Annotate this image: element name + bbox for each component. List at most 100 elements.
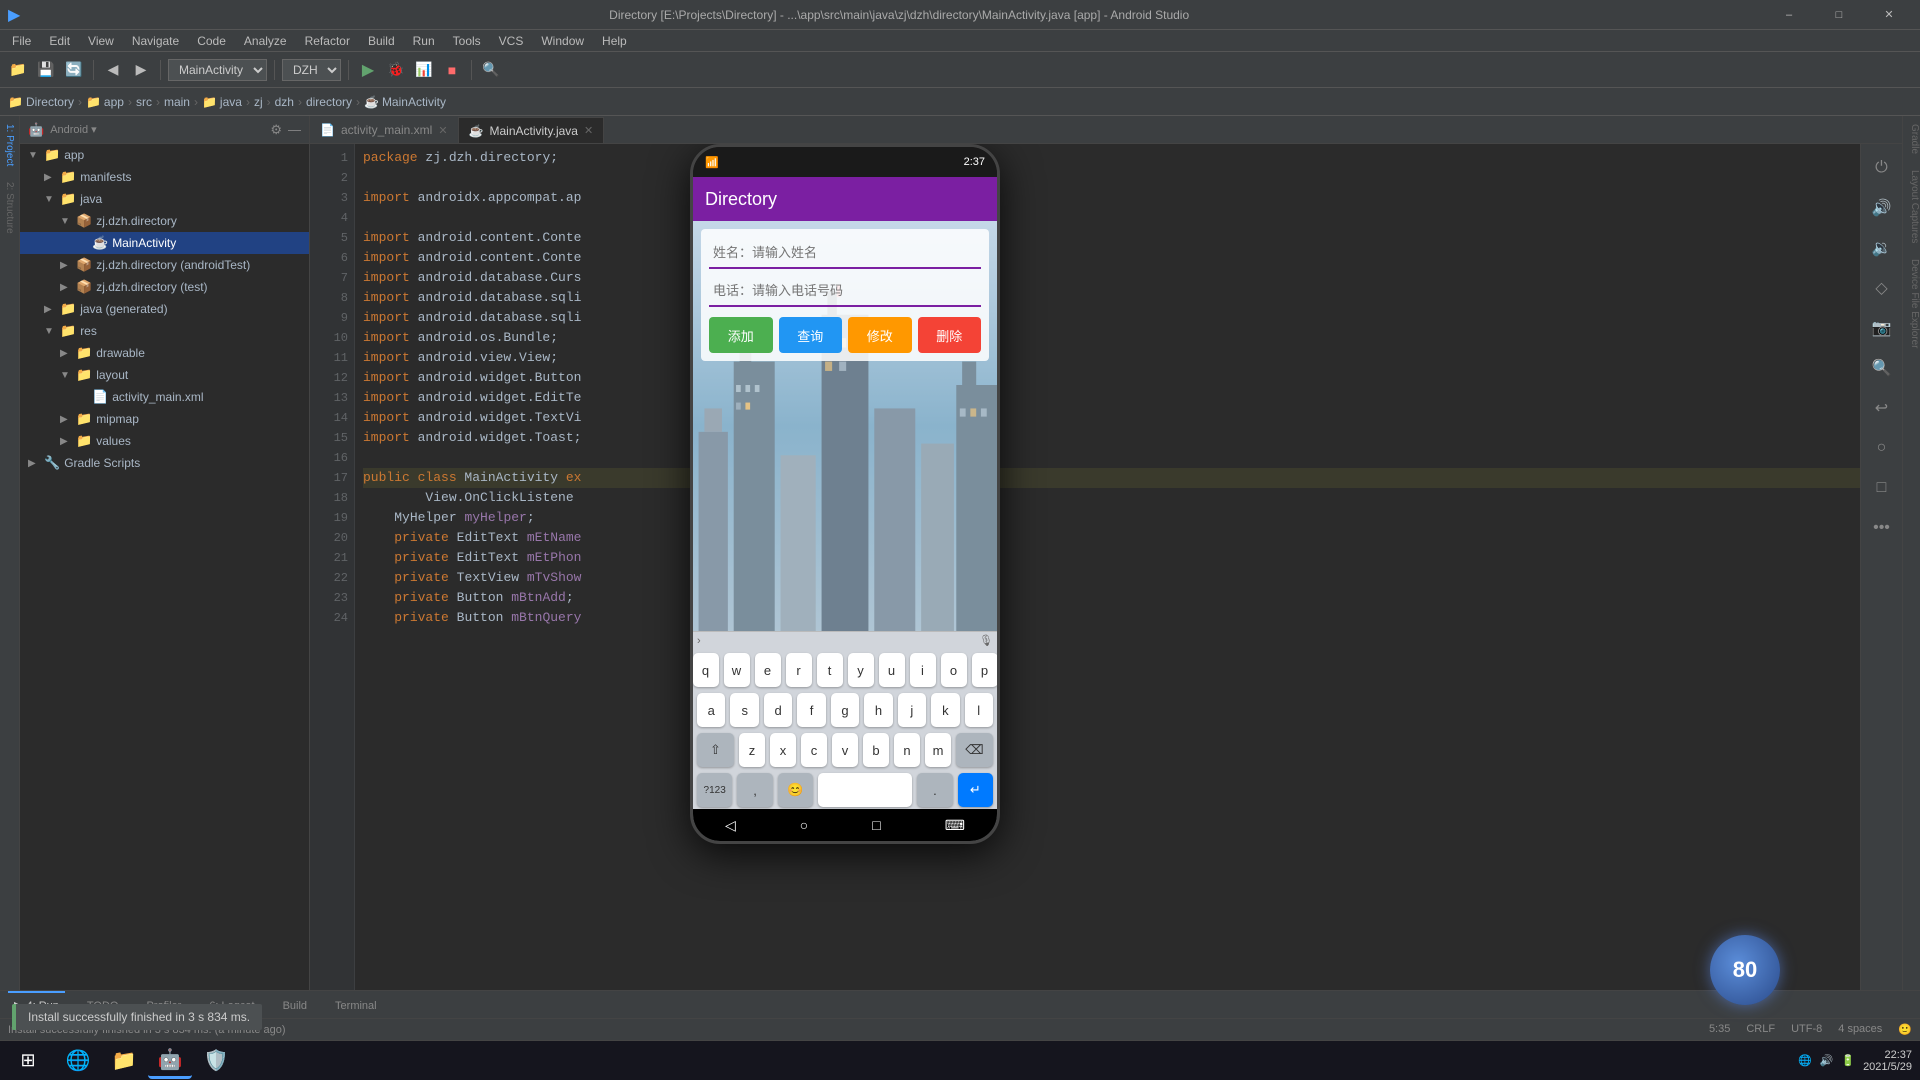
key-symbols[interactable]: ?123: [697, 773, 732, 807]
key-h[interactable]: h: [864, 693, 892, 727]
menu-window[interactable]: Window: [533, 32, 592, 50]
tab-terminal[interactable]: Terminal: [329, 991, 383, 1019]
toolbar-forward[interactable]: ▶: [129, 58, 153, 82]
key-x[interactable]: x: [770, 733, 796, 767]
key-space[interactable]: [818, 773, 912, 807]
taskbar-security[interactable]: 🛡️: [194, 1043, 238, 1079]
maximize-button[interactable]: □: [1816, 0, 1862, 30]
breadcrumb-zj[interactable]: zj: [254, 95, 263, 109]
key-w[interactable]: w: [724, 653, 750, 687]
toolbar-save[interactable]: 💾: [34, 58, 58, 82]
breadcrumb-directory-pkg[interactable]: directory: [306, 95, 352, 109]
key-j[interactable]: j: [898, 693, 926, 727]
device-dropdown[interactable]: DZH: [282, 59, 341, 81]
menu-run[interactable]: Run: [405, 32, 443, 50]
emulator-zoom-in[interactable]: 🔍: [1866, 352, 1898, 384]
key-period[interactable]: .: [917, 773, 952, 807]
code-editor[interactable]: package zj.dzh.directory; import android…: [355, 144, 1902, 990]
keyboard-mic[interactable]: 🎙: [979, 634, 993, 647]
key-z[interactable]: z: [739, 733, 765, 767]
taskbar-browser[interactable]: 🌐: [56, 1043, 100, 1079]
taskbar-explorer[interactable]: 📁: [102, 1043, 146, 1079]
structure-tool-label[interactable]: 2: Structure: [4, 174, 15, 242]
toolbar-debug[interactable]: 🐞: [384, 58, 408, 82]
tree-package-test[interactable]: ▶ 📦 zj.dzh.directory (test): [20, 276, 309, 298]
key-f[interactable]: f: [797, 693, 825, 727]
key-e[interactable]: e: [755, 653, 781, 687]
tree-values[interactable]: ▶ 📁 values: [20, 430, 309, 452]
key-b[interactable]: b: [863, 733, 889, 767]
key-n[interactable]: n: [894, 733, 920, 767]
menu-tools[interactable]: Tools: [445, 32, 489, 50]
nav-back[interactable]: ◁: [725, 817, 736, 834]
tree-res[interactable]: ▼ 📁 res: [20, 320, 309, 342]
toolbar-run[interactable]: ▶: [356, 58, 380, 82]
breadcrumb-mainactivity[interactable]: ☕ MainActivity: [364, 95, 446, 109]
key-a[interactable]: a: [697, 693, 725, 727]
taskbar-clock[interactable]: 22:37 2021/5/29: [1863, 1049, 1912, 1073]
key-emoji[interactable]: 😊: [778, 773, 813, 807]
emulator-more[interactable]: •••: [1866, 512, 1898, 544]
menu-navigate[interactable]: Navigate: [124, 32, 187, 50]
key-v[interactable]: v: [832, 733, 858, 767]
menu-refactor[interactable]: Refactor: [297, 32, 358, 50]
collapse-icon[interactable]: —: [288, 122, 301, 137]
key-s[interactable]: s: [730, 693, 758, 727]
emulator-back[interactable]: ↩: [1866, 392, 1898, 424]
gradle-label[interactable]: Gradle: [1903, 116, 1920, 162]
run-config-dropdown[interactable]: MainActivity: [168, 59, 267, 81]
nav-home[interactable]: ○: [800, 817, 808, 833]
menu-help[interactable]: Help: [594, 32, 635, 50]
key-q[interactable]: q: [693, 653, 719, 687]
emulator-screenshot[interactable]: 📷: [1866, 312, 1898, 344]
key-comma[interactable]: ,: [737, 773, 772, 807]
key-u[interactable]: u: [879, 653, 905, 687]
emulator-rotate[interactable]: ◇: [1866, 272, 1898, 304]
key-g[interactable]: g: [831, 693, 859, 727]
phone-add-btn[interactable]: 添加: [709, 317, 773, 353]
key-o[interactable]: o: [941, 653, 967, 687]
tab-build[interactable]: Build: [277, 991, 313, 1019]
breadcrumb-main[interactable]: main: [164, 95, 190, 109]
emulator-volume-up[interactable]: 🔊: [1866, 192, 1898, 224]
emulator-volume-down[interactable]: 🔉: [1866, 232, 1898, 264]
key-r[interactable]: r: [786, 653, 812, 687]
emulator-square[interactable]: □: [1866, 472, 1898, 504]
minimize-button[interactable]: –: [1766, 0, 1812, 30]
tree-manifests[interactable]: ▶ 📁 manifests: [20, 166, 309, 188]
tab-activity-main-xml[interactable]: 📄 activity_main.xml ✕: [310, 117, 459, 143]
key-enter[interactable]: ↵: [958, 773, 993, 807]
key-backspace[interactable]: ⌫: [956, 733, 993, 767]
tree-app[interactable]: ▼ 📁 app: [20, 144, 309, 166]
close-button[interactable]: ✕: [1866, 0, 1912, 30]
tree-package-main[interactable]: ▼ 📦 zj.dzh.directory: [20, 210, 309, 232]
menu-vcs[interactable]: VCS: [491, 32, 532, 50]
emulator-home[interactable]: ○: [1866, 432, 1898, 464]
start-button[interactable]: ⊞: [8, 1045, 48, 1077]
key-c[interactable]: c: [801, 733, 827, 767]
key-y[interactable]: y: [848, 653, 874, 687]
nav-keyboard[interactable]: ⌨: [945, 817, 965, 834]
close-java-tab[interactable]: ✕: [584, 124, 593, 137]
scope-icon[interactable]: ⚙: [270, 122, 282, 138]
breadcrumb-app[interactable]: 📁 app: [86, 95, 124, 109]
phone-delete-btn[interactable]: 删除: [918, 317, 982, 353]
tab-mainactivity-java[interactable]: ☕ MainActivity.java ✕: [459, 117, 605, 143]
key-p[interactable]: p: [972, 653, 998, 687]
menu-view[interactable]: View: [80, 32, 122, 50]
menu-code[interactable]: Code: [189, 32, 234, 50]
nav-recents[interactable]: □: [872, 817, 880, 833]
key-t[interactable]: t: [817, 653, 843, 687]
keyboard-expand[interactable]: ›: [697, 635, 701, 647]
key-l[interactable]: l: [965, 693, 993, 727]
taskbar-android-studio[interactable]: 🤖: [148, 1043, 192, 1079]
menu-analyze[interactable]: Analyze: [236, 32, 295, 50]
key-shift[interactable]: ⇧: [697, 733, 734, 767]
key-k[interactable]: k: [931, 693, 959, 727]
toolbar-profile[interactable]: 📊: [412, 58, 436, 82]
breadcrumb-dzh[interactable]: dzh: [275, 95, 294, 109]
menu-file[interactable]: File: [4, 32, 39, 50]
key-m[interactable]: m: [925, 733, 951, 767]
tree-mipmap[interactable]: ▶ 📁 mipmap: [20, 408, 309, 430]
tree-mainactivity[interactable]: ☕ MainActivity: [20, 232, 309, 254]
